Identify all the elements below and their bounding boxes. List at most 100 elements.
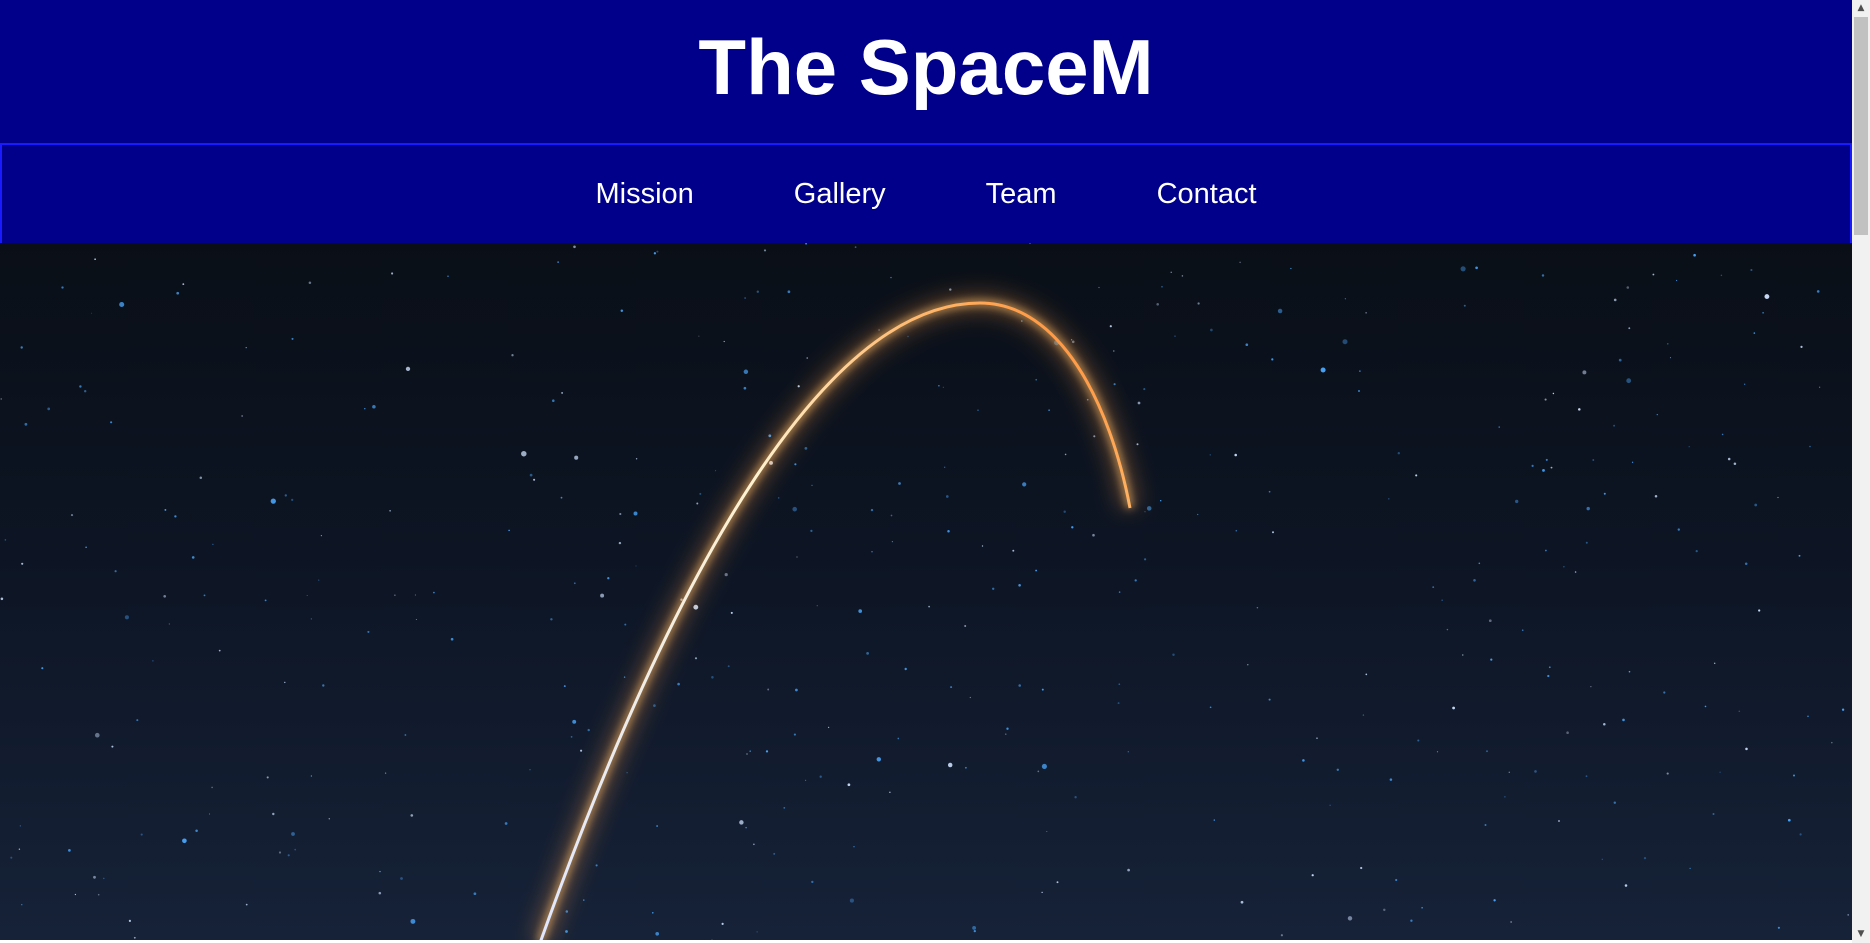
rocket-trail-halo — [536, 298, 1134, 943]
star — [529, 473, 533, 477]
star — [110, 421, 113, 424]
star — [1493, 899, 1496, 902]
star — [1695, 549, 1698, 553]
star — [1342, 339, 1348, 345]
star — [1473, 579, 1476, 582]
star — [308, 281, 312, 285]
star — [1117, 702, 1120, 705]
star — [1613, 801, 1617, 804]
star — [245, 346, 247, 349]
scroll-down-icon[interactable]: ▼ — [1852, 926, 1870, 943]
nav-item-team[interactable]: Team — [986, 178, 1057, 211]
star — [1484, 824, 1487, 826]
star — [942, 386, 944, 388]
star — [580, 749, 583, 752]
star — [447, 275, 449, 278]
star — [773, 852, 776, 855]
star — [1542, 469, 1545, 472]
star — [264, 599, 267, 602]
star — [653, 252, 657, 255]
vertical-scrollbar[interactable]: ▲ ▼ — [1852, 0, 1870, 943]
star — [1064, 453, 1067, 456]
star — [1417, 739, 1420, 742]
star — [1041, 763, 1047, 769]
star — [164, 508, 167, 511]
star — [1098, 286, 1100, 289]
star — [1056, 881, 1059, 884]
star — [1800, 345, 1803, 349]
star — [607, 577, 610, 580]
star — [889, 791, 891, 793]
star — [765, 750, 769, 753]
star — [533, 478, 536, 481]
star — [94, 258, 96, 260]
site-header: The SpaceM — [0, 0, 1852, 143]
star — [1669, 357, 1672, 359]
star — [1359, 370, 1361, 372]
star — [266, 776, 269, 779]
star — [904, 667, 907, 671]
star — [1626, 286, 1630, 289]
star — [739, 820, 744, 825]
star — [19, 825, 21, 827]
star — [1777, 926, 1780, 929]
star — [1035, 378, 1038, 381]
star — [866, 652, 869, 655]
nav-item-mission[interactable]: Mission — [595, 178, 693, 211]
star — [74, 893, 77, 896]
star — [284, 494, 287, 497]
star — [68, 849, 71, 852]
star — [805, 243, 808, 245]
star — [1504, 796, 1506, 798]
star — [619, 512, 622, 516]
star — [191, 556, 195, 559]
star — [907, 335, 909, 338]
star — [119, 301, 125, 308]
star — [783, 807, 786, 809]
star — [1209, 454, 1211, 456]
star — [1626, 378, 1632, 384]
page-content: The SpaceM Mission Gallery Team Contact — [0, 0, 1852, 943]
star — [473, 892, 477, 896]
star — [1486, 750, 1488, 753]
star — [284, 681, 286, 684]
star — [128, 919, 132, 923]
star — [944, 466, 946, 468]
star — [1545, 549, 1547, 552]
star — [853, 845, 855, 848]
star — [1762, 311, 1764, 314]
star — [1622, 718, 1625, 722]
star — [1689, 867, 1691, 870]
star — [1618, 358, 1622, 362]
star — [811, 484, 813, 487]
star — [1127, 751, 1129, 753]
star — [749, 750, 751, 752]
star — [1544, 398, 1547, 401]
star — [1656, 413, 1658, 416]
star — [1210, 328, 1213, 332]
star — [794, 463, 797, 466]
nav-item-gallery[interactable]: Gallery — [794, 178, 886, 211]
star — [97, 893, 100, 896]
star — [21, 562, 24, 565]
star — [1277, 308, 1283, 314]
star — [573, 582, 576, 585]
star — [24, 422, 28, 426]
star — [241, 415, 243, 417]
star — [1441, 599, 1443, 601]
scrollbar-thumb[interactable] — [1854, 17, 1868, 235]
star — [0, 398, 2, 400]
star — [1819, 386, 1821, 388]
scroll-up-icon[interactable]: ▲ — [1852, 0, 1870, 17]
nav-item-contact[interactable]: Contact — [1157, 178, 1257, 211]
star — [1744, 383, 1746, 385]
star — [212, 543, 214, 546]
star — [1395, 878, 1398, 882]
star — [1037, 770, 1040, 773]
star — [136, 719, 139, 722]
star — [1592, 459, 1595, 461]
star — [624, 623, 627, 626]
star — [1144, 558, 1147, 561]
star — [854, 246, 857, 248]
star — [1181, 275, 1184, 277]
